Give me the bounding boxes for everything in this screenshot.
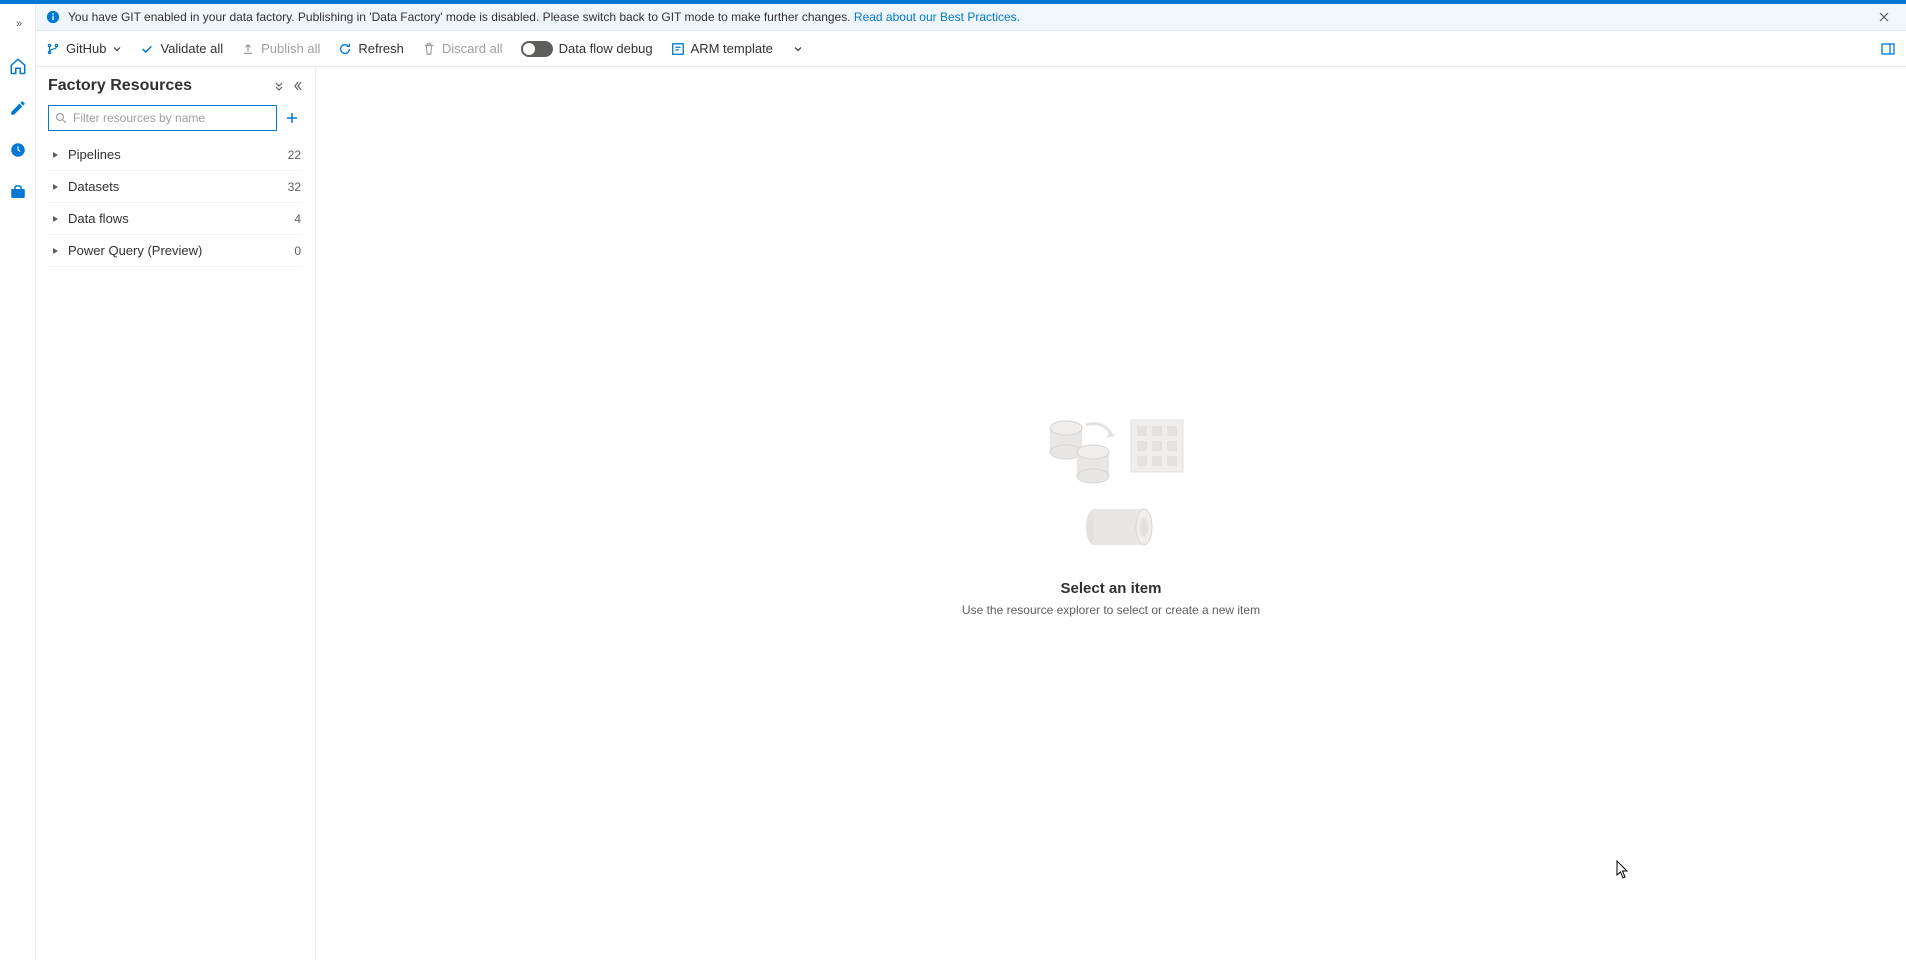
author-toolbar: GitHub Validate all Publish all Ref bbox=[36, 31, 1906, 67]
collapse-panel-button[interactable] bbox=[291, 80, 303, 92]
tree-count: 4 bbox=[294, 212, 301, 226]
tree-dataflows[interactable]: Data flows 4 bbox=[48, 203, 303, 235]
properties-pane-toggle[interactable] bbox=[1880, 41, 1896, 57]
tree-label: Pipelines bbox=[68, 147, 288, 162]
toolbox-icon bbox=[9, 183, 27, 201]
tree-count: 22 bbox=[288, 148, 301, 162]
filter-resources-input-wrap[interactable] bbox=[48, 105, 277, 131]
banner-text: You have GIT enabled in your data factor… bbox=[68, 10, 1020, 24]
gauge-icon bbox=[9, 141, 27, 159]
chevrons-right-icon: » bbox=[16, 18, 19, 30]
search-icon bbox=[55, 112, 67, 124]
empty-canvas: Select an item Use the resource explorer… bbox=[316, 67, 1906, 960]
triangle-right-icon bbox=[50, 150, 60, 160]
nav-monitor[interactable] bbox=[4, 136, 32, 164]
sidebar-title: Factory Resources bbox=[48, 77, 192, 95]
double-chevron-down-icon bbox=[273, 80, 285, 92]
github-label: GitHub bbox=[66, 41, 106, 56]
dataflow-label: Data flow debug bbox=[559, 41, 653, 56]
publish-label: Publish all bbox=[261, 41, 320, 56]
nav-author[interactable] bbox=[4, 94, 32, 122]
discard-label: Discard all bbox=[442, 41, 503, 56]
triangle-right-icon bbox=[50, 214, 60, 224]
refresh-label: Refresh bbox=[358, 41, 404, 56]
empty-title: Select an item bbox=[1061, 580, 1162, 597]
template-icon bbox=[671, 42, 685, 56]
tree-pipelines[interactable]: Pipelines 22 bbox=[48, 139, 303, 171]
home-icon bbox=[9, 57, 27, 75]
tree-label: Data flows bbox=[68, 211, 294, 226]
nav-manage[interactable] bbox=[4, 178, 32, 206]
triangle-right-icon bbox=[50, 246, 60, 256]
refresh-button[interactable]: Refresh bbox=[338, 41, 404, 56]
arm-template-dropdown[interactable]: ARM template bbox=[671, 41, 803, 56]
upload-icon bbox=[241, 42, 255, 56]
nav-home[interactable] bbox=[4, 52, 32, 80]
pencil-icon bbox=[9, 99, 27, 117]
factory-resources-sidebar: Factory Resources bbox=[36, 67, 316, 960]
publish-all-button: Publish all bbox=[241, 41, 320, 56]
git-branch-icon bbox=[46, 42, 60, 56]
tree-label: Datasets bbox=[68, 179, 288, 194]
banner-link[interactable]: Read about our Best Practices. bbox=[854, 10, 1020, 24]
discard-all-button: Discard all bbox=[422, 41, 503, 56]
nav-rail: » bbox=[0, 4, 36, 960]
empty-state-illustration bbox=[1031, 410, 1191, 560]
add-resource-button[interactable] bbox=[285, 111, 303, 125]
banner-close[interactable] bbox=[1872, 11, 1896, 23]
github-dropdown[interactable]: GitHub bbox=[46, 41, 122, 56]
info-icon bbox=[46, 10, 60, 24]
trash-icon bbox=[422, 42, 436, 56]
resource-tree: Pipelines 22 Datasets 32 Data flows 4 bbox=[48, 139, 303, 267]
tree-powerquery[interactable]: Power Query (Preview) 0 bbox=[48, 235, 303, 267]
chevron-down-icon bbox=[112, 44, 122, 54]
panel-icon bbox=[1880, 41, 1896, 57]
toggle-off-icon bbox=[521, 41, 553, 57]
arm-label: ARM template bbox=[691, 41, 773, 56]
expand-rail-button[interactable]: » bbox=[4, 10, 32, 38]
tree-label: Power Query (Preview) bbox=[68, 243, 294, 258]
tree-count: 0 bbox=[294, 244, 301, 258]
expand-all-button[interactable] bbox=[273, 80, 285, 92]
tree-count: 32 bbox=[288, 180, 301, 194]
filter-resources-input[interactable] bbox=[73, 111, 270, 125]
tree-datasets[interactable]: Datasets 32 bbox=[48, 171, 303, 203]
refresh-icon bbox=[338, 42, 352, 56]
dataflow-debug-toggle[interactable]: Data flow debug bbox=[521, 41, 653, 57]
triangle-right-icon bbox=[50, 182, 60, 192]
chevron-down-icon bbox=[793, 44, 803, 54]
validate-label: Validate all bbox=[160, 41, 223, 56]
plus-icon bbox=[285, 111, 299, 125]
chevrons-left-icon bbox=[291, 80, 303, 92]
check-icon bbox=[140, 42, 154, 56]
close-icon bbox=[1878, 11, 1890, 23]
git-info-banner: You have GIT enabled in your data factor… bbox=[36, 4, 1906, 31]
empty-subtitle: Use the resource explorer to select or c… bbox=[962, 603, 1260, 617]
validate-all-button[interactable]: Validate all bbox=[140, 41, 223, 56]
